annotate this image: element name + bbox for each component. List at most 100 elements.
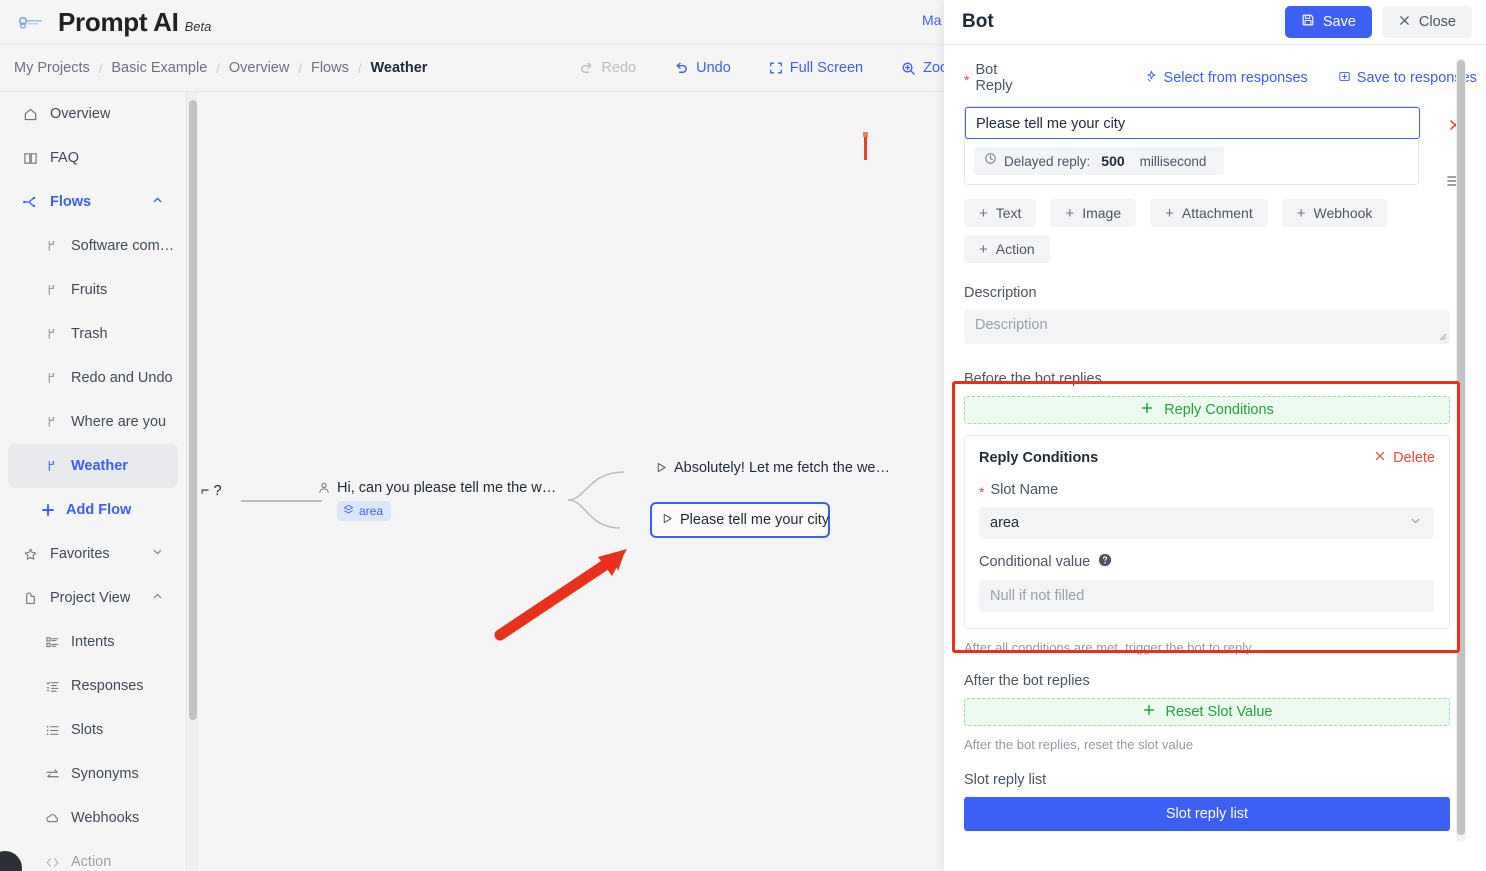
sidebar: Overview FAQ Flows Software com… Fruits …	[0, 92, 186, 871]
sidebar-item-label: Synonyms	[71, 766, 139, 782]
bot-message-node-1[interactable]: Absolutely! Let me fetch the we…	[655, 460, 890, 477]
conditional-value-input[interactable]	[979, 580, 1434, 612]
sidebar-item-software-com[interactable]: Software com…	[8, 224, 178, 268]
bot-message-node-2-selected[interactable]: Please tell me your city	[650, 502, 830, 538]
panel-scrollbar[interactable]	[1456, 58, 1466, 842]
delayed-reply-value[interactable]: 500	[1101, 153, 1124, 169]
reply-conditions-card: Reply Conditions Delete * Slot Name area	[964, 435, 1450, 629]
breadcrumb-separator: /	[216, 60, 220, 76]
breadcrumb-item-overview[interactable]: Overview	[229, 60, 289, 76]
slot-name-select[interactable]: area	[979, 507, 1434, 539]
plus-icon: +	[1065, 204, 1075, 222]
panel-scrollbar-thumb[interactable]	[1457, 60, 1465, 835]
brand-beta-badge: Beta	[184, 18, 212, 34]
add-webhook-button[interactable]: + Webhook	[1281, 199, 1388, 227]
sidebar-item-responses[interactable]: Responses	[8, 664, 178, 708]
add-text-button[interactable]: + Text	[964, 199, 1037, 227]
slot-icon	[343, 504, 354, 518]
intents-icon	[42, 635, 62, 650]
sidebar-item-faq[interactable]: FAQ	[8, 136, 178, 180]
breadcrumb-item-flows[interactable]: Flows	[311, 60, 349, 76]
sidebar-item-project-view[interactable]: Project View	[8, 576, 178, 620]
branch-icon	[42, 415, 62, 429]
sidebar-item-webhooks[interactable]: Webhooks	[8, 796, 178, 840]
flow-canvas[interactable]: ⌐ ? Hi, can you please tell me the w… ar…	[199, 92, 944, 871]
close-button[interactable]: Close	[1381, 6, 1472, 38]
sidebar-item-synonyms[interactable]: Synonyms	[8, 752, 178, 796]
delayed-reply-row[interactable]: Delayed reply: 500 millisecond	[974, 147, 1224, 175]
bot-reply-textarea[interactable]	[965, 107, 1420, 139]
select-from-responses-button[interactable]: Select from responses	[1145, 70, 1308, 87]
breadcrumb-separator: /	[357, 60, 362, 76]
sidebar-item-label: Responses	[71, 678, 144, 694]
before-reply-hint: After all conditions are met, trigger th…	[964, 640, 1252, 655]
slots-icon	[42, 723, 62, 738]
sidebar-item-label: Favorites	[50, 546, 110, 562]
sidebar-scrollbar[interactable]	[186, 92, 198, 871]
add-webhook-label: Webhook	[1313, 205, 1373, 221]
breadcrumb-item-weather[interactable]: Weather	[370, 60, 427, 76]
bot-message-text: Please tell me your city	[680, 512, 830, 528]
prompt-ai-logo-icon	[18, 14, 44, 30]
fullscreen-button[interactable]: Full Screen	[769, 60, 863, 76]
description-input[interactable]	[964, 310, 1450, 344]
add-image-label: Image	[1082, 205, 1122, 221]
panel-header-actions: Save Close	[1284, 6, 1472, 38]
add-reply-conditions-button[interactable]: Reply Conditions	[964, 396, 1450, 424]
sidebar-item-overview[interactable]: Overview	[8, 92, 178, 136]
sidebar-item-label: Add Flow	[66, 502, 132, 518]
bot-reply-card: Delayed reply: 500 millisecond	[964, 106, 1461, 186]
panel-title: Bot	[962, 11, 994, 32]
redo-icon	[579, 61, 594, 76]
slot-reply-list-button[interactable]: Slot reply list	[964, 797, 1450, 831]
add-action-button[interactable]: + Action	[964, 235, 1050, 263]
undo-button[interactable]: Undo	[674, 60, 731, 76]
sidebar-item-label: Weather	[71, 458, 128, 474]
select-from-responses-label: Select from responses	[1163, 70, 1308, 86]
branch-icon	[42, 283, 62, 297]
plus-icon	[38, 502, 58, 518]
zoom-in-icon	[901, 61, 916, 76]
delayed-reply-label: Delayed reply:	[1004, 153, 1091, 169]
add-image-button[interactable]: + Image	[1050, 199, 1137, 227]
save-button[interactable]: Save	[1284, 6, 1372, 38]
header-partial-link[interactable]: Ma	[922, 12, 944, 28]
close-x-icon	[1374, 450, 1386, 466]
breadcrumb-item-my-projects[interactable]: My Projects	[14, 60, 90, 76]
user-message-node[interactable]: Hi, can you please tell me the w… area	[317, 480, 556, 521]
sidebar-item-fruits[interactable]: Fruits	[8, 268, 178, 312]
sidebar-item-where-are-you[interactable]: Where are you	[8, 400, 178, 444]
sidebar-item-action[interactable]: Action	[8, 840, 178, 871]
sidebar-item-label: Slots	[71, 722, 104, 738]
help-circle-icon[interactable]	[1098, 553, 1112, 571]
panel-body: * Bot Reply Select from responses Save t…	[944, 46, 1486, 871]
brand-title: Prompt AI	[58, 6, 179, 37]
slot-pill-area[interactable]: area	[337, 501, 392, 521]
sidebar-item-weather[interactable]: Weather	[8, 444, 178, 488]
sidebar-item-slots[interactable]: Slots	[8, 708, 178, 752]
redo-button[interactable]: Redo	[579, 60, 636, 76]
sidebar-item-favorites[interactable]: Favorites	[8, 532, 178, 576]
sidebar-item-label: Trash	[71, 326, 108, 342]
conditional-value-label: Conditional value	[979, 554, 1091, 570]
sidebar-item-label: Overview	[50, 106, 111, 122]
reset-slot-value-button[interactable]: Reset Slot Value	[964, 698, 1450, 726]
add-attachment-button[interactable]: + Attachment	[1150, 199, 1268, 227]
sidebar-item-redo-and-undo[interactable]: Redo and Undo	[8, 356, 178, 400]
sidebar-item-flows[interactable]: Flows	[8, 180, 178, 224]
plus-icon: +	[979, 204, 988, 222]
sidebar-item-trash[interactable]: Trash	[8, 312, 178, 356]
fullscreen-icon	[769, 61, 783, 75]
breadcrumb-item-basic-example[interactable]: Basic Example	[111, 60, 207, 76]
add-flow-button[interactable]: Add Flow	[8, 488, 178, 532]
chevron-up-icon[interactable]	[151, 194, 164, 211]
sidebar-scrollbar-thumb[interactable]	[189, 100, 197, 720]
description-field-wrapper	[964, 310, 1450, 349]
chevron-down-icon[interactable]	[151, 546, 164, 563]
red-arrow-annotation	[494, 549, 627, 641]
delete-condition-button[interactable]: Delete	[1374, 450, 1435, 466]
chevron-up-icon[interactable]	[151, 590, 164, 607]
branch-icon	[42, 239, 62, 253]
sidebar-item-intents[interactable]: Intents	[8, 620, 178, 664]
reset-slot-value-label: Reset Slot Value	[1165, 704, 1273, 720]
